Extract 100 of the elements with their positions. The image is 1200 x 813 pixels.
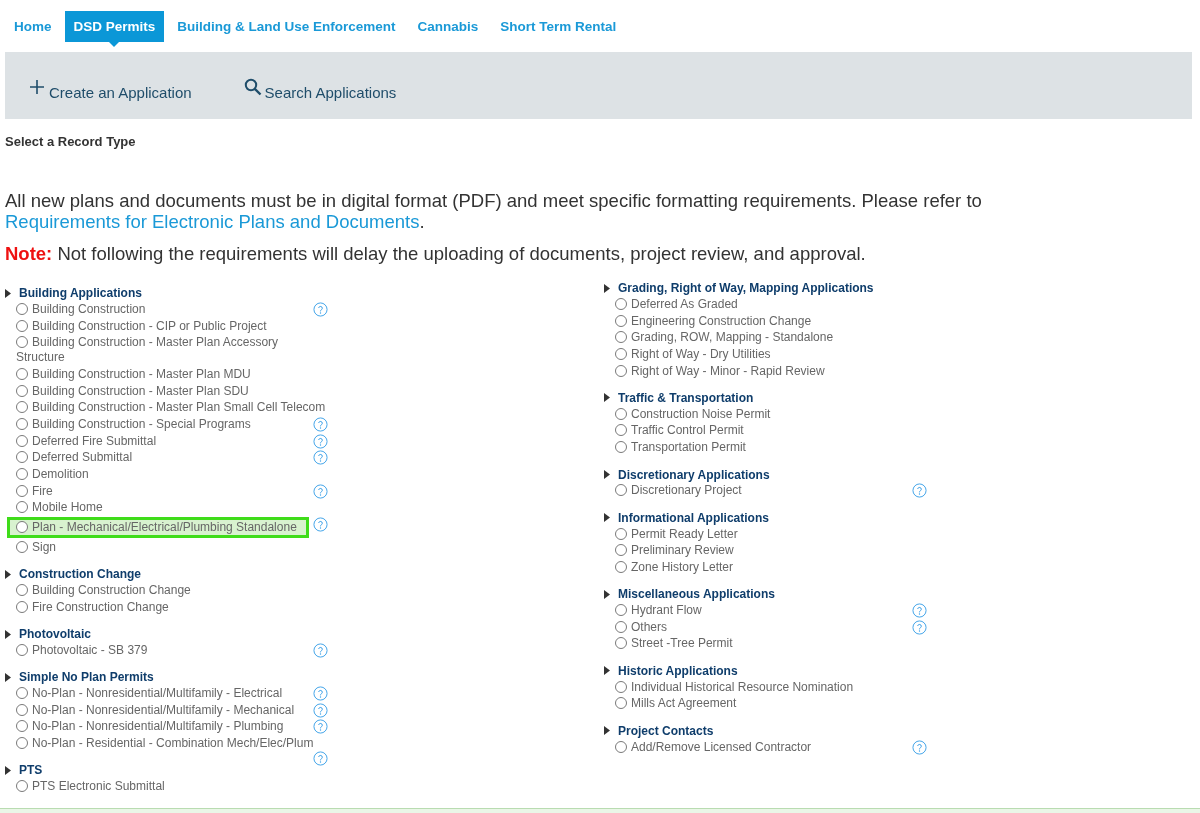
radio-button[interactable] <box>16 540 28 553</box>
record-option[interactable]: Construction Noise Permit <box>615 406 771 422</box>
radio-button[interactable] <box>16 583 28 596</box>
radio-button[interactable] <box>16 336 28 349</box>
record-option[interactable]: No-Plan - Nonresidential/Multifamily - Mechanical <box>16 702 295 718</box>
radio-button[interactable] <box>16 434 28 447</box>
help-icon[interactable] <box>912 739 927 755</box>
record-option[interactable]: Building Construction - Special Programs <box>16 416 251 432</box>
record-option[interactable]: Demolition <box>16 467 89 483</box>
help-icon[interactable] <box>912 619 927 635</box>
requirements-link[interactable]: Requirements for Electronic Plans and Documents <box>5 211 420 232</box>
group-header[interactable]: Project Contacts <box>604 722 714 739</box>
radio-button[interactable] <box>16 417 28 430</box>
record-option[interactable]: Building Construction - CIP or Public Project <box>16 318 267 334</box>
record-option[interactable]: Others <box>615 619 667 635</box>
group-header[interactable]: Simple No Plan Permits <box>5 669 154 686</box>
help-icon[interactable] <box>313 450 328 466</box>
radio-button[interactable] <box>615 527 627 540</box>
record-option[interactable]: Discretionary Project <box>615 483 742 499</box>
record-option[interactable]: Right of Way - Dry Utilities <box>615 346 771 362</box>
record-option[interactable]: Building Construction - Master Plan SDU <box>16 383 249 399</box>
search-applications-button[interactable]: Search Applications <box>243 78 397 101</box>
record-option[interactable]: Right of Way - Minor - Rapid Review <box>615 363 825 379</box>
help-icon[interactable] <box>313 686 328 702</box>
radio-button[interactable] <box>16 600 28 613</box>
radio-button[interactable] <box>16 703 28 716</box>
record-option[interactable]: No-Plan - Nonresidential/Multifamily - Electrical <box>16 686 283 702</box>
create-application-button[interactable]: Create an Application <box>28 78 192 101</box>
help-icon[interactable] <box>912 603 927 619</box>
help-icon[interactable] <box>313 301 328 317</box>
nav-tab[interactable]: Cannabis <box>408 11 488 42</box>
record-option[interactable]: Hydrant Flow <box>615 603 702 619</box>
radio-button[interactable] <box>615 424 627 437</box>
group-header[interactable]: Building Applications <box>5 285 142 301</box>
radio-button[interactable] <box>615 347 627 360</box>
record-option[interactable]: Mills Act Agreement <box>615 696 737 712</box>
radio-button[interactable] <box>615 637 627 650</box>
group-header[interactable]: Construction Change <box>5 566 141 583</box>
record-option[interactable]: No-Plan - Residential - Combination Mech/Elec/Plum <box>16 736 314 752</box>
group-header[interactable]: Photovoltaic <box>5 626 91 642</box>
radio-button[interactable] <box>16 780 28 793</box>
radio-button[interactable] <box>615 484 627 497</box>
record-option[interactable]: Sign <box>16 539 57 555</box>
radio-button[interactable] <box>16 720 28 733</box>
radio-button[interactable] <box>16 367 28 380</box>
record-option[interactable]: Building Construction - Master Plan Accessory Structure <box>16 335 328 366</box>
radio-button[interactable] <box>615 441 627 454</box>
group-header[interactable]: Traffic & Transportation <box>604 389 754 406</box>
help-icon[interactable] <box>313 751 328 767</box>
radio-button[interactable] <box>615 697 627 710</box>
record-option[interactable]: Fire Construction Change <box>16 599 169 615</box>
record-option[interactable]: Transportation Permit <box>615 440 746 456</box>
record-option[interactable]: Mobile Home <box>16 500 103 516</box>
radio-button[interactable] <box>16 737 28 750</box>
record-option[interactable]: Building Construction - Master Plan Small Cell Telecom <box>16 400 326 416</box>
radio-button[interactable] <box>16 687 28 700</box>
radio-button[interactable] <box>615 740 627 753</box>
record-option[interactable]: Building Construction <box>16 301 146 317</box>
nav-tab[interactable]: Short Term Rental <box>491 11 626 42</box>
record-option[interactable]: No-Plan - Nonresidential/Multifamily - Plumbing <box>16 719 284 735</box>
group-header[interactable]: Miscellaneous Applications <box>604 586 775 603</box>
help-icon[interactable] <box>313 433 328 449</box>
group-header[interactable]: Discretionary Applications <box>604 466 770 483</box>
record-option[interactable]: Street -Tree Permit <box>615 636 733 652</box>
record-option[interactable]: Photovoltaic - SB 379 <box>16 642 148 658</box>
radio-button[interactable] <box>615 331 627 344</box>
radio-button[interactable] <box>16 451 28 464</box>
record-option[interactable]: Permit Ready Letter <box>615 526 738 542</box>
radio-button[interactable] <box>16 643 28 656</box>
radio-button[interactable] <box>615 560 627 573</box>
record-option[interactable]: PTS Electronic Submittal <box>16 779 165 795</box>
help-icon[interactable] <box>313 702 328 718</box>
radio-button[interactable] <box>615 314 627 327</box>
record-option[interactable]: Building Construction - Master Plan MDU <box>16 366 251 382</box>
radio-button[interactable] <box>16 384 28 397</box>
radio-button[interactable] <box>16 501 28 514</box>
record-option[interactable]: Grading, ROW, Mapping - Standalone <box>615 330 834 346</box>
record-option[interactable]: Building Construction Change <box>16 582 191 598</box>
radio-button[interactable] <box>615 297 627 310</box>
record-option[interactable]: Add/Remove Licensed Contractor <box>615 739 812 755</box>
group-header[interactable]: Informational Applications <box>604 509 769 526</box>
highlighted-record-option[interactable]: Plan - Mechanical/Electrical/Plumbing Standalone <box>7 517 309 539</box>
record-option[interactable]: Deferred Submittal <box>16 450 133 466</box>
group-header[interactable]: Historic Applications <box>604 662 738 679</box>
radio-button[interactable] <box>16 468 28 481</box>
record-option[interactable]: Zone History Letter <box>615 559 734 575</box>
radio-button[interactable] <box>16 302 28 315</box>
help-icon[interactable] <box>313 517 328 533</box>
help-icon[interactable] <box>313 416 328 432</box>
nav-tab[interactable]: Building & Land Use Enforcement <box>168 11 405 42</box>
record-option[interactable]: Traffic Control Permit <box>615 423 744 439</box>
group-header[interactable]: PTS <box>5 762 43 779</box>
radio-button[interactable] <box>615 604 627 617</box>
record-option[interactable]: Deferred Fire Submittal <box>16 433 157 449</box>
record-option[interactable]: Engineering Construction Change <box>615 313 812 329</box>
nav-tab[interactable]: DSD Permits <box>64 11 165 42</box>
nav-tab[interactable]: Home <box>5 11 61 42</box>
radio-button[interactable] <box>16 319 28 332</box>
help-icon[interactable] <box>912 483 927 499</box>
record-option[interactable]: Deferred As Graded <box>615 296 738 312</box>
